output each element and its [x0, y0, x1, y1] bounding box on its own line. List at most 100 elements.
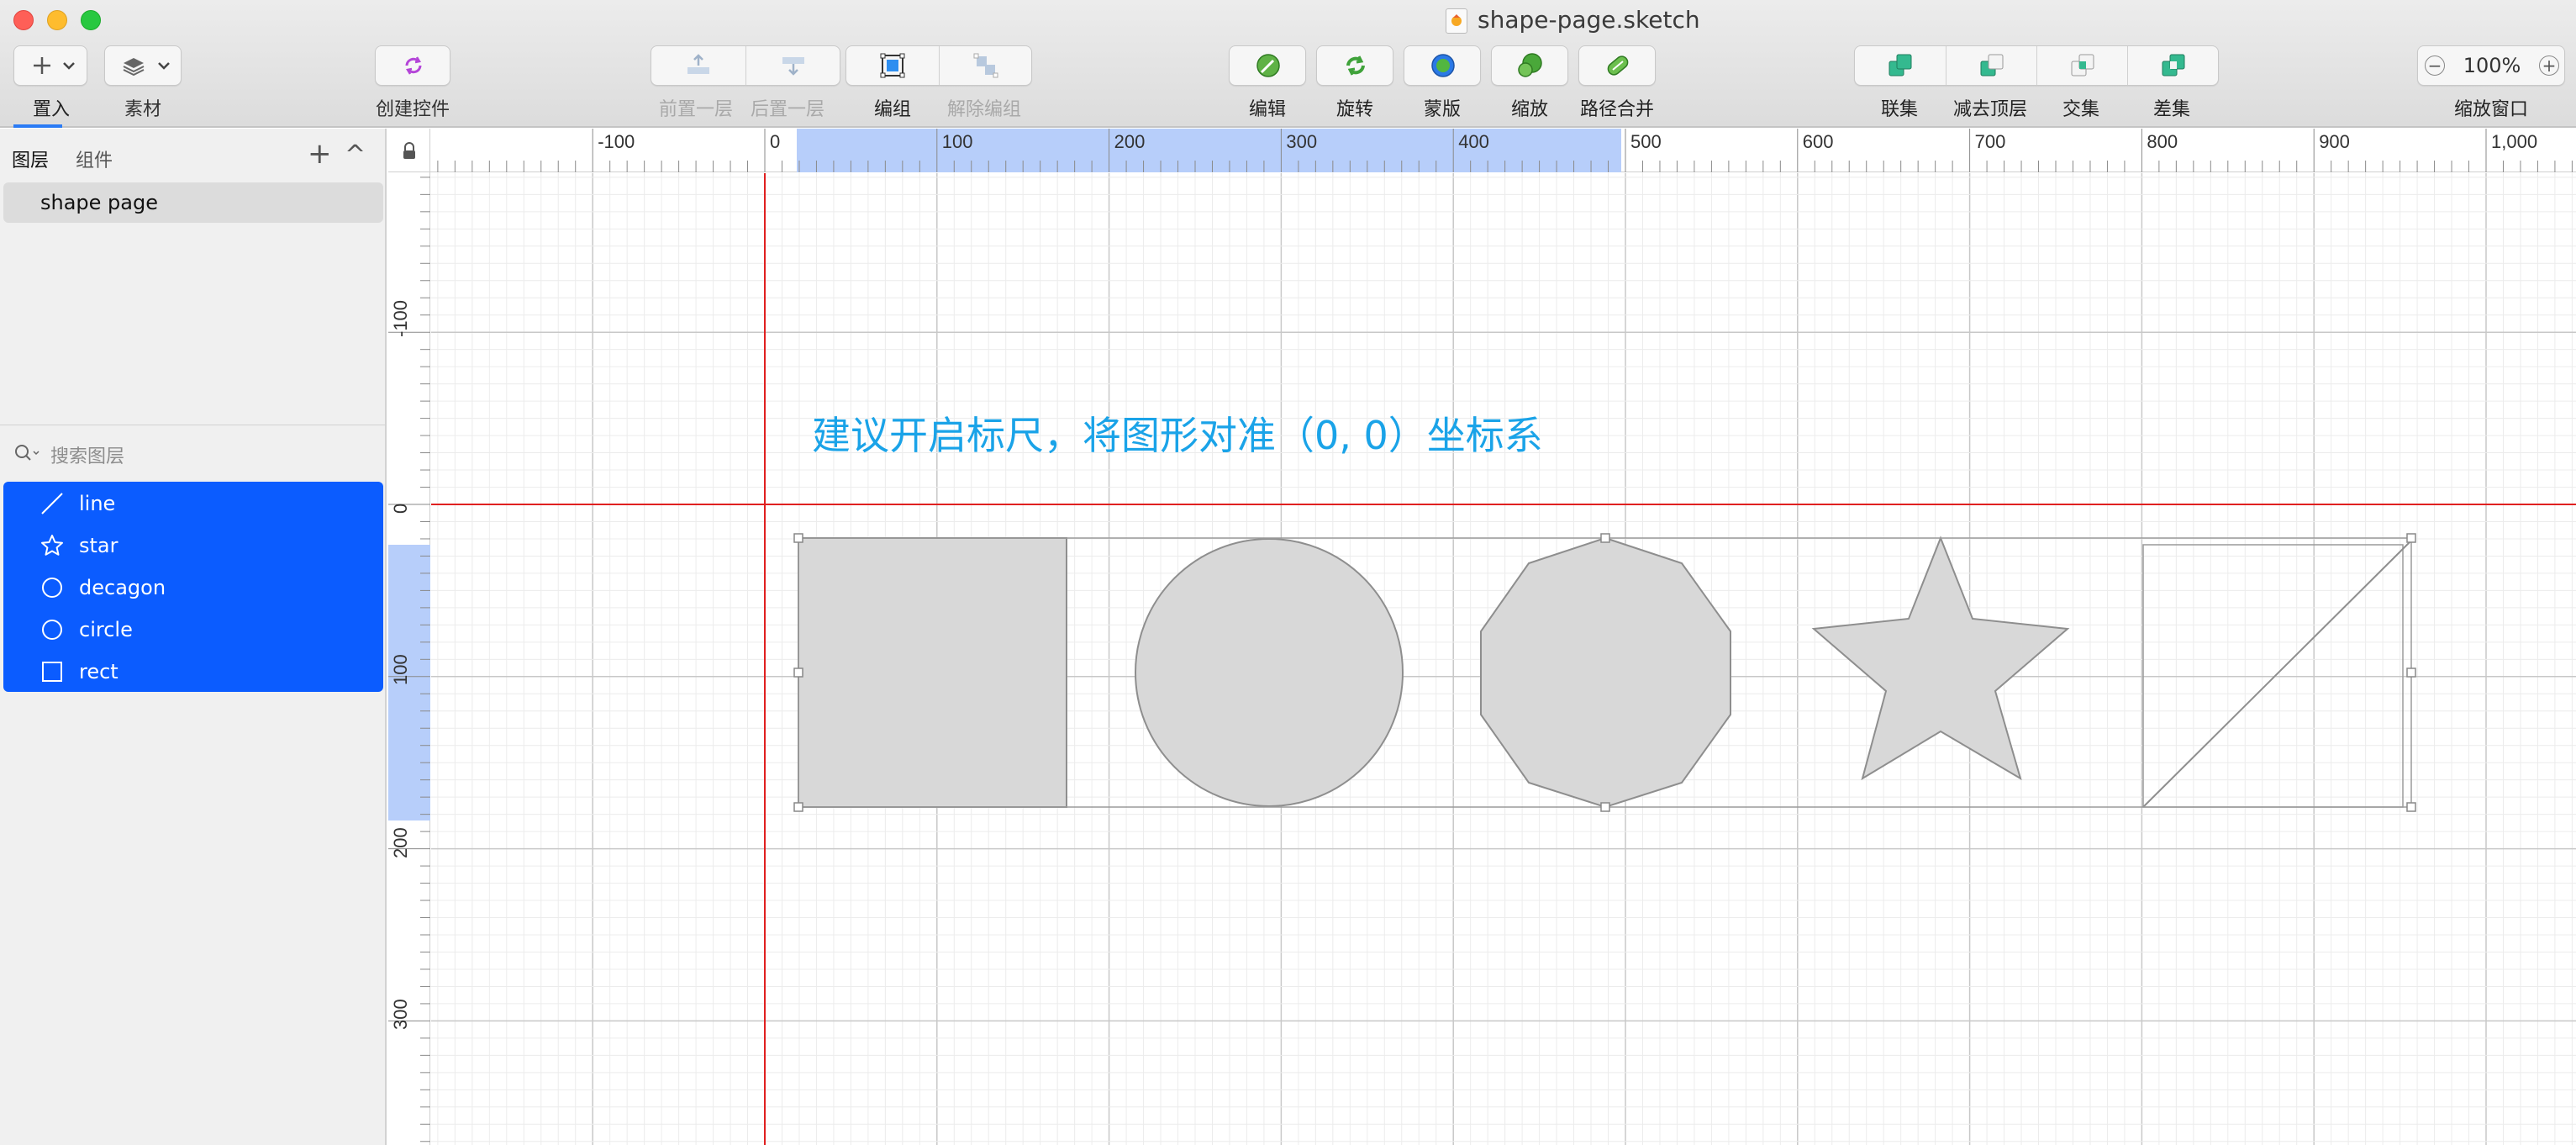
group-icon: [880, 53, 905, 78]
ungroup-icon: [973, 53, 998, 78]
union-button[interactable]: [1855, 46, 1946, 85]
search-placeholder: 搜索图层: [50, 446, 125, 467]
ruler-label: 800: [2147, 131, 2178, 152]
boolean-segment: [1854, 45, 2219, 86]
scale-label: 缩放: [1510, 99, 1549, 120]
edit-label: 编辑: [1248, 99, 1287, 120]
ungroup-button[interactable]: [939, 46, 1031, 85]
subtract-button[interactable]: [1946, 46, 2036, 85]
zoom-window-button[interactable]: [81, 10, 101, 30]
insert-button[interactable]: [13, 45, 87, 86]
vertical-ruler-scale: -100 0 100 200 300: [388, 177, 430, 1142]
create-symbol-button[interactable]: [375, 45, 450, 86]
ruler-label: 200: [390, 827, 411, 858]
arrange-group: [651, 45, 840, 86]
forward-button[interactable]: [651, 46, 745, 85]
insert-active-indicator: [13, 124, 62, 128]
tab-layers[interactable]: 图层: [12, 145, 49, 172]
ruler-label: 900: [2319, 131, 2350, 152]
resize-handle[interactable]: [793, 533, 803, 543]
vertical-ruler[interactable]: -100 0 100 200 300: [388, 172, 430, 1145]
square-icon: [42, 662, 62, 682]
page-item[interactable]: shape page: [3, 182, 383, 223]
ruler-label: -100: [598, 131, 635, 152]
circle-icon: [42, 578, 62, 598]
resize-handle[interactable]: [2406, 802, 2416, 812]
resize-handle[interactable]: [2406, 533, 2416, 543]
group-button[interactable]: [846, 46, 939, 85]
resize-handle[interactable]: [793, 802, 803, 812]
ruler-label: 1,000: [2491, 131, 2537, 152]
send-backward-icon: [782, 57, 804, 76]
mask-label: 蒙版: [1423, 99, 1462, 120]
tab-components[interactable]: 组件: [76, 145, 113, 172]
star-icon: [41, 535, 63, 556]
mask-button[interactable]: [1404, 45, 1481, 86]
flatten-button[interactable]: [1578, 45, 1656, 86]
edit-pen-icon: [1256, 54, 1280, 77]
decagon-shape[interactable]: [1480, 536, 1731, 809]
scale-button[interactable]: [1491, 45, 1568, 86]
zoom-label: 缩放窗口: [2453, 99, 2529, 120]
intersect-button[interactable]: [2036, 46, 2127, 85]
lock-icon: [403, 142, 415, 159]
ruler-label: 200: [1114, 131, 1146, 152]
layer-item-circle[interactable]: circle: [3, 608, 383, 650]
layer-item-star[interactable]: star: [3, 524, 383, 566]
group-segment: [845, 45, 1032, 86]
rotate-button[interactable]: [1316, 45, 1393, 86]
star-shape[interactable]: [1811, 536, 2070, 781]
sketch-window: shape-page.sketch 置入 素材 创建控件 前置一层 后置一层 编…: [0, 0, 2576, 1145]
canvas-grid: [431, 173, 2576, 1145]
ruler-label: 0: [770, 131, 780, 152]
ruler-lock-corner[interactable]: [388, 129, 430, 172]
ruler-label: 100: [942, 131, 973, 152]
rect-shape[interactable]: [798, 537, 1067, 808]
backward-button[interactable]: [745, 46, 840, 85]
ruler-label: -100: [390, 300, 411, 337]
backward-label: 后置一层: [750, 99, 825, 120]
resize-handle[interactable]: [2406, 667, 2416, 678]
artboard-canvas[interactable]: 建议开启标尺，将图形对准（0, 0）坐标系: [431, 173, 2576, 1145]
layer-item-label: circle: [79, 618, 133, 641]
union-label: 联集: [1880, 99, 1919, 120]
resize-handle[interactable]: [1600, 802, 1610, 812]
ruler-label: 700: [1975, 131, 2006, 152]
resize-handle[interactable]: [793, 667, 803, 678]
window-title: shape-page.sketch: [1478, 6, 1700, 34]
collapse-pages-button[interactable]: ^: [345, 140, 366, 171]
layer-item-label: rect: [79, 660, 119, 683]
create-symbol-label: 创建控件: [375, 99, 450, 120]
circle-icon: [42, 620, 62, 640]
minimize-button[interactable]: [47, 10, 67, 30]
add-page-button[interactable]: +: [308, 137, 332, 171]
search-input[interactable]: 搜索图层: [0, 431, 385, 473]
symbol-refresh-icon: [405, 56, 422, 75]
resize-handle[interactable]: [1600, 533, 1610, 543]
layer-item-line[interactable]: line: [3, 482, 383, 524]
ruler-label: 100: [390, 654, 411, 685]
zoom-out-button[interactable]: −: [2418, 46, 2452, 85]
layer-item-label: decagon: [79, 576, 166, 599]
circle-shape[interactable]: [1135, 538, 1404, 807]
difference-icon: [2162, 54, 2184, 77]
horizontal-ruler[interactable]: -100 0 100 200 300 400 500 600 700 800 9…: [388, 129, 2576, 172]
scale-icon: [1518, 53, 1542, 77]
line-shape[interactable]: [2142, 540, 2412, 808]
layer-item-rect[interactable]: rect: [3, 650, 383, 692]
insert-label: 置入: [32, 99, 71, 120]
union-icon: [1889, 54, 1912, 77]
edit-button[interactable]: [1229, 45, 1306, 86]
zoom-in-button[interactable]: +: [2532, 46, 2566, 85]
subtract-icon: [1980, 54, 2003, 77]
close-button[interactable]: [13, 10, 34, 30]
layer-item-decagon[interactable]: decagon: [3, 566, 383, 608]
ruler-label: 300: [390, 999, 411, 1030]
layers-panel: 图层 组件 + ^ shape page 搜索图层 line star deca…: [0, 129, 387, 1145]
ruler-selection-highlight: [797, 129, 1621, 172]
intersect-label: 交集: [2062, 99, 2100, 120]
plus-icon: [34, 57, 75, 74]
assets-button[interactable]: [104, 45, 182, 86]
minus-icon: −: [2425, 55, 2445, 76]
difference-button[interactable]: [2127, 46, 2218, 85]
